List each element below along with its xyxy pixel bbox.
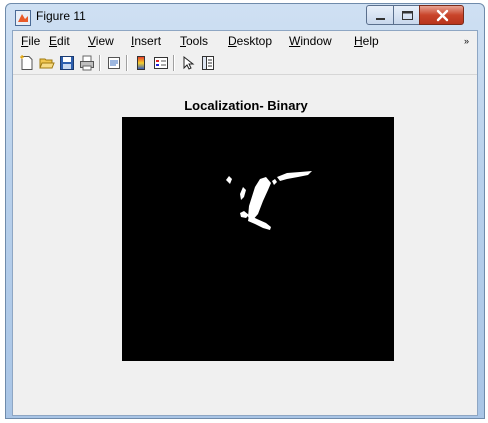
minimize-icon bbox=[376, 18, 385, 20]
edit-plot-arrow-icon[interactable] bbox=[180, 55, 196, 71]
maximize-icon bbox=[402, 11, 413, 20]
minimize-button[interactable] bbox=[366, 5, 394, 25]
menu-edit[interactable]: Edit bbox=[49, 34, 70, 48]
menu-tools[interactable]: Tools bbox=[180, 34, 208, 48]
save-icon[interactable] bbox=[59, 55, 75, 71]
menu-desktop[interactable]: Desktop bbox=[228, 34, 272, 48]
menu-insert[interactable]: Insert bbox=[131, 34, 161, 48]
toolbar-separator bbox=[99, 55, 101, 71]
legend-icon[interactable] bbox=[153, 55, 169, 71]
toolbar-separator bbox=[126, 55, 128, 71]
menu-file[interactable]: File bbox=[21, 34, 40, 48]
menu-overflow-icon[interactable]: » bbox=[464, 36, 469, 46]
menu-bar: File Edit View Insert Tools Desktop Wind… bbox=[13, 31, 477, 51]
window-title: Figure 11 bbox=[36, 9, 86, 23]
axes-title: Localization- Binary bbox=[184, 98, 308, 113]
property-inspector-icon[interactable] bbox=[200, 55, 216, 71]
binary-image-axes bbox=[122, 117, 394, 361]
new-figure-icon[interactable] bbox=[19, 55, 35, 71]
menu-help[interactable]: Help bbox=[354, 34, 379, 48]
menu-view[interactable]: View bbox=[88, 34, 114, 48]
binary-image bbox=[122, 117, 394, 361]
figure-client-area: File Edit View Insert Tools Desktop Wind… bbox=[12, 30, 478, 416]
matlab-figure-icon bbox=[15, 10, 31, 26]
toolbar-separator bbox=[173, 55, 175, 71]
menu-window[interactable]: Window bbox=[289, 34, 332, 48]
print-preview-icon[interactable] bbox=[106, 55, 122, 71]
figure-toolbar bbox=[13, 52, 477, 75]
maximize-button[interactable] bbox=[393, 5, 420, 25]
close-icon bbox=[436, 9, 449, 22]
title-bar[interactable]: Figure 11 bbox=[6, 4, 484, 30]
print-icon[interactable] bbox=[79, 55, 95, 71]
colorbar-icon[interactable] bbox=[133, 55, 149, 71]
open-file-icon[interactable] bbox=[39, 55, 55, 71]
figure-window: Figure 11 File Edit View Insert Tools De… bbox=[5, 3, 485, 419]
close-button[interactable] bbox=[419, 5, 464, 25]
